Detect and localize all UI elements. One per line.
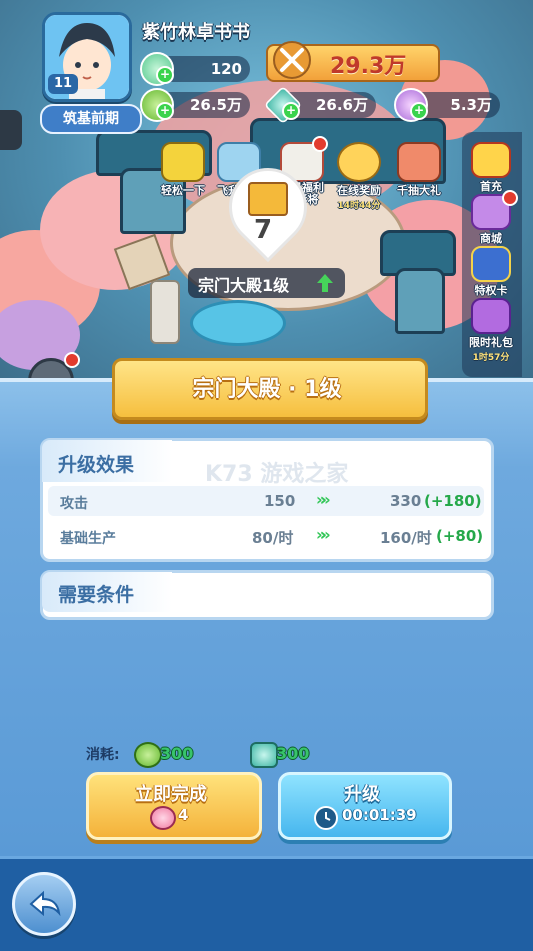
- combat-power-value: 29.3万: [330, 54, 407, 79]
- chevron-right-icon: »»: [316, 490, 330, 509]
- side-shop-label: 商城: [480, 232, 502, 245]
- back-button[interactable]: [12, 872, 76, 936]
- limited-gift-icon: [471, 298, 511, 334]
- herb-icon: [134, 742, 162, 768]
- building-label: 宗门大殿1级: [198, 276, 290, 295]
- stamina-value: 120: [210, 60, 242, 78]
- side-first-recharge[interactable]: 首充: [466, 142, 516, 194]
- stat-attack-next: 330: [390, 492, 422, 510]
- instant-complete-label: 立即完成: [135, 784, 207, 805]
- herb-value: 26.5万: [189, 96, 242, 114]
- star-card-icon: [471, 246, 511, 282]
- crossed-swords-icon: [272, 40, 312, 80]
- instant-complete-cost: 4: [178, 806, 189, 824]
- cultivation-realm-badge[interactable]: 筑基前期: [40, 104, 142, 134]
- upgrade-label: 升级: [344, 784, 380, 805]
- player-name: 紫竹林卓书书: [142, 22, 250, 43]
- bottom-bar: [0, 856, 533, 951]
- clock-icon: [314, 806, 338, 830]
- chevron-right-icon: »»: [316, 525, 330, 544]
- notification-dot: [64, 352, 80, 368]
- event-online-reward[interactable]: 在线奖励 14时44分: [334, 142, 384, 211]
- stat-attack-increase: (+180): [424, 492, 482, 510]
- add-herb-icon[interactable]: +: [156, 102, 174, 120]
- pavilion-body: [395, 268, 445, 334]
- side-limited-pack-label: 限时礼包: [469, 336, 513, 349]
- effects-header: 升级效果: [58, 454, 135, 476]
- stat-production-next: 160/时: [380, 529, 432, 547]
- cost-crystal-value: 300: [276, 744, 310, 763]
- requirements-header: 需要条件: [58, 584, 135, 606]
- stat-production-name: 基础生产: [60, 531, 116, 547]
- upgrade-arrow-icon: [316, 273, 334, 293]
- event-online-reward-timer: 14时44分: [337, 201, 381, 211]
- stat-attack-current: 150: [264, 492, 296, 510]
- notification-dot: [502, 190, 518, 206]
- gift-chest-icon: [397, 142, 441, 182]
- stone-pillar: [150, 280, 180, 344]
- cost-label: 消耗:: [86, 747, 120, 763]
- upgrade-timer: 00:01:39: [342, 806, 417, 824]
- cost-herb-value: 300: [160, 744, 194, 763]
- spirit-portal: [190, 300, 286, 346]
- event-relax[interactable]: 轻松一下: [158, 142, 208, 198]
- add-spirit-icon[interactable]: +: [410, 102, 428, 120]
- gamepad-icon: [161, 142, 205, 182]
- event-relax-label: 轻松一下: [161, 184, 205, 197]
- back-arrow-icon: [29, 890, 61, 917]
- side-privilege-card[interactable]: 特权卡: [466, 246, 516, 298]
- side-limited-pack-timer: 1时57分: [472, 353, 510, 363]
- side-limited-pack[interactable]: 限时礼包 1时57分: [462, 298, 520, 363]
- side-privilege-card-label: 特权卡: [474, 284, 508, 297]
- spirit-value: 5.3万: [450, 96, 492, 114]
- stat-production-increase: (+80): [436, 527, 484, 545]
- left-edge-tab[interactable]: [0, 110, 22, 150]
- event-thousand-draw[interactable]: 千抽大礼: [394, 142, 444, 198]
- peach-icon: [150, 806, 176, 830]
- upgrade-scroll-icon: [248, 182, 288, 216]
- panel-title: 宗门大殿 · 1级: [192, 377, 342, 402]
- event-online-reward-label: 在线奖励: [337, 184, 381, 197]
- event-thousand-draw-label: 千抽大礼: [397, 184, 441, 197]
- building-marker-count: 7: [254, 215, 273, 245]
- notification-dot: [312, 136, 328, 152]
- player-level-badge: 11: [48, 74, 78, 94]
- crystal-value: 26.6万: [315, 96, 368, 114]
- add-stamina-icon[interactable]: +: [156, 66, 174, 84]
- stat-attack-name: 攻击: [60, 496, 88, 512]
- stat-production-current: 80/时: [252, 529, 294, 547]
- crystal-icon: [250, 742, 278, 768]
- add-crystal-icon[interactable]: +: [282, 102, 300, 120]
- first-recharge-icon: [471, 142, 511, 178]
- watermark: K73 游戏之家: [205, 462, 349, 487]
- stopwatch-icon: [337, 142, 381, 182]
